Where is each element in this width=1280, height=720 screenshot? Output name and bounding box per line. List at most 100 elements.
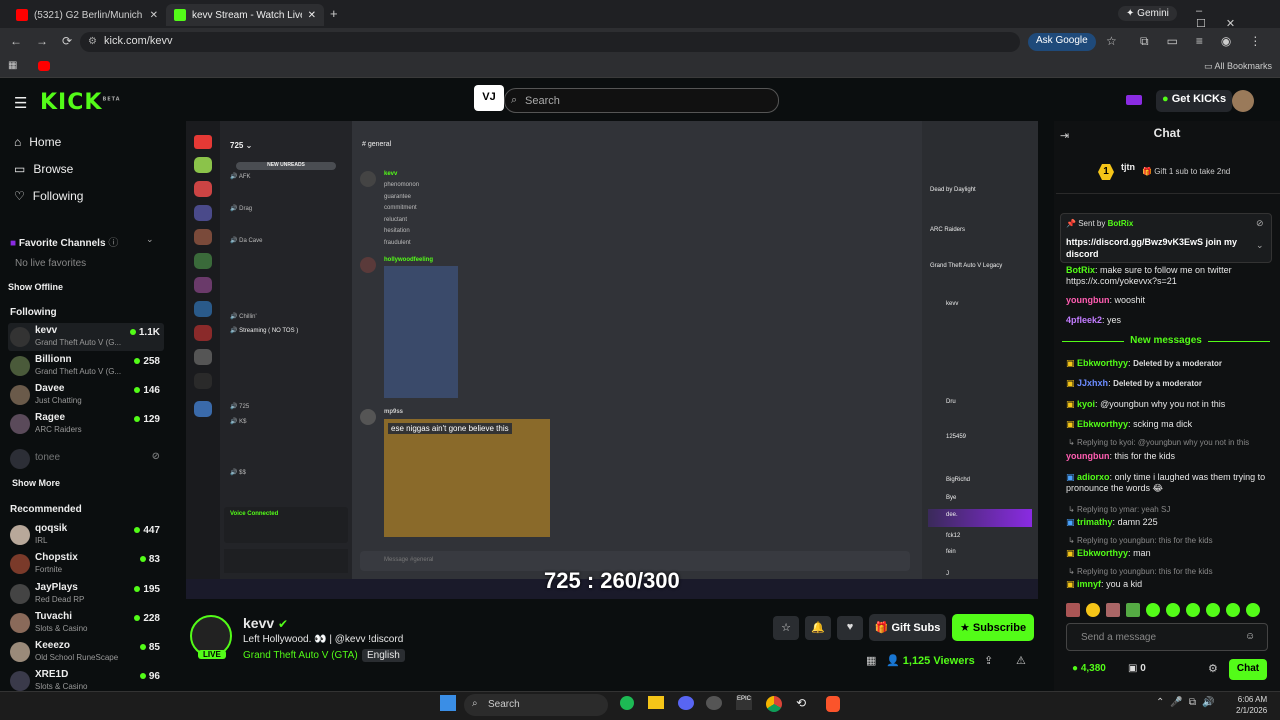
vj-extension-icon[interactable]: VJ (474, 85, 504, 111)
emote-icon[interactable] (1066, 603, 1080, 617)
app-icon[interactable] (706, 696, 722, 710)
member-item[interactable]: 125459 (946, 434, 966, 440)
top-gifter-name[interactable]: tjtn (1121, 162, 1135, 172)
window-controls[interactable]: –☐✕ (1196, 5, 1280, 30)
reply-context[interactable]: ↳ Replying to youngbun: this for the kid… (1068, 536, 1213, 545)
subscribe-button[interactable]: ★ Subscribe (952, 614, 1034, 641)
new-unreads-badge[interactable]: NEW UNREADS (236, 162, 336, 170)
voice-channel[interactable]: 🔊 Da Cave (230, 237, 262, 244)
chevron-down-icon[interactable]: ⌄ (146, 234, 154, 245)
emote-icon[interactable] (1186, 603, 1200, 617)
member-item[interactable]: kevv (946, 301, 958, 307)
new-tab-icon[interactable]: + (330, 6, 338, 21)
member-item[interactable]: fck12 (946, 533, 960, 539)
taskbar-search[interactable]: ⌕ Search (464, 694, 608, 716)
emote-icon[interactable] (1086, 603, 1100, 617)
bookmark-star-icon[interactable]: ☆ (1106, 34, 1117, 48)
gift-subs-button[interactable]: 🎁 Gift Subs (869, 614, 946, 641)
discord-icon[interactable] (678, 696, 694, 710)
share-icon[interactable]: ⇪ (984, 654, 993, 667)
brave-icon[interactable] (826, 696, 840, 712)
reply-context[interactable]: ↳ Replying to ymar: yeah SJ (1068, 505, 1170, 514)
tab-kick[interactable]: kevv Stream - Watch Live o ✕ (166, 4, 324, 26)
chrome-icon[interactable] (766, 696, 782, 712)
chevron-down-icon[interactable]: ⌄ (1256, 240, 1264, 251)
member-item[interactable]: dee. (946, 512, 958, 518)
server-icon[interactable] (194, 373, 212, 389)
server-icon[interactable] (194, 301, 212, 317)
favorite-channels-header[interactable]: ■ Favorite Channels ⓘ (10, 234, 118, 249)
channel-item-billionn[interactable]: Billionn Grand Theft Auto V (G... 258 (8, 352, 164, 380)
channel-item-qoqsik[interactable]: qoqsik IRL 447 (8, 521, 164, 549)
youtube-bookmark-icon[interactable] (38, 61, 50, 71)
clip-icon[interactable]: ▦ (866, 654, 876, 667)
server-icon[interactable] (194, 277, 212, 293)
voice-channel[interactable]: 🔊 AFK (230, 173, 250, 180)
nav-home[interactable]: ⌂ Home (14, 135, 61, 149)
system-tray[interactable]: ⌃🎤⧉🔊 (1156, 697, 1220, 708)
system-clock[interactable]: 6:06 AM 2/1/2026 (1236, 694, 1267, 716)
reply-context[interactable]: ↳ Replying to kyoi: @youngbun why you no… (1068, 438, 1249, 447)
voice-channel[interactable]: 🔊 Streaming ( NO TOS ) (230, 327, 298, 334)
gift-sub-prompt[interactable]: 🎁 Gift 1 sub to take 2nd (1142, 167, 1230, 176)
server-icon[interactable] (194, 349, 212, 365)
shared-meme-image[interactable] (384, 419, 550, 537)
emote-icon[interactable] (1226, 603, 1240, 617)
kick-logo[interactable]: KICKBETA (40, 90, 121, 115)
server-icon[interactable] (194, 229, 212, 245)
member-item[interactable]: fein (946, 549, 956, 555)
server-icon[interactable] (194, 253, 212, 269)
channel-item-tuvachi[interactable]: Tuvachi Slots & Casino 228 (8, 609, 164, 637)
shared-image[interactable] (384, 266, 458, 398)
reply-context[interactable]: ↳ Replying to youngbun: this for the kid… (1068, 567, 1213, 576)
file-explorer-icon[interactable] (648, 696, 664, 709)
send-chat-button[interactable]: Chat (1229, 659, 1267, 680)
chat-settings-icon[interactable]: ⚙ (1208, 662, 1218, 675)
get-kicks-button[interactable]: ● Get KICKs (1156, 90, 1233, 112)
server-icon[interactable] (194, 181, 212, 197)
favorite-star-button[interactable]: ☆ (773, 616, 799, 640)
emoji-icon[interactable]: ☺ (1245, 631, 1255, 642)
epic-games-icon[interactable]: EPIC (736, 696, 752, 710)
voice-channel[interactable]: 🔊 $$ (230, 469, 246, 476)
emote-icon[interactable] (1146, 603, 1160, 617)
chat-message-input[interactable]: Send a message (1066, 623, 1268, 651)
extension-icons[interactable]: ⧉▭≡◉⋮ (1140, 34, 1279, 49)
server-icon[interactable] (194, 325, 212, 341)
channel-item-davee[interactable]: Davee Just Chatting 146 (8, 381, 164, 409)
video-player[interactable]: 725 ⌄ NEW UNREADS 🔊 AFK 🔊 Drag 🔊 Da Cave… (186, 121, 1038, 599)
gemini-button[interactable]: ✦ Gemini (1118, 6, 1177, 21)
member-item[interactable]: Bye (946, 495, 956, 501)
new-messages-label[interactable]: New messages (1062, 335, 1270, 346)
member-item[interactable]: Dru (946, 399, 956, 405)
user-avatar[interactable] (1232, 90, 1254, 112)
channel-item-kevv[interactable]: kevv Grand Theft Auto V (G... 1.1K (8, 323, 164, 351)
app-icon[interactable]: ⟲ (796, 696, 812, 710)
subs-count[interactable]: ▣ 0 (1128, 663, 1146, 674)
nav-browse[interactable]: ▭ Browse (14, 162, 73, 176)
emote-icon[interactable] (1166, 603, 1180, 617)
emote-icon[interactable] (1126, 603, 1140, 617)
server-icon[interactable] (194, 401, 212, 417)
emote-icon[interactable] (1206, 603, 1220, 617)
all-bookmarks[interactable]: ▭ All Bookmarks (1204, 61, 1272, 72)
voice-channel[interactable]: 🔊 725 (230, 403, 249, 410)
url-bar[interactable]: kick.com/kevv (80, 32, 1020, 52)
server-icon[interactable] (194, 205, 212, 221)
channel-item-keeezo[interactable]: Keeezo Old School RuneScape 85 (8, 638, 164, 666)
channel-item-xre1d[interactable]: XRE1D Slots & Casino 96 (8, 667, 164, 691)
language-tag[interactable]: English (362, 649, 405, 662)
channel-item-chopstix[interactable]: Chopstix Fortnite 83 (8, 550, 164, 578)
streamer-name[interactable]: kevv ✔ (243, 615, 288, 631)
follow-heart-button[interactable]: ♥ (837, 616, 863, 640)
notification-bell-button[interactable]: 🔔 (805, 616, 831, 640)
windows-start-icon[interactable] (440, 695, 456, 711)
emote-icon[interactable] (1106, 603, 1120, 617)
unpin-icon[interactable]: ⊘ (1256, 218, 1264, 229)
channel-item-jayplays[interactable]: JayPlays Red Dead RP 195 (8, 580, 164, 608)
member-item[interactable]: J (946, 571, 949, 577)
site-info-icon[interactable]: ⚙ (88, 36, 97, 47)
kicks-balance[interactable]: ● 4,380 (1072, 663, 1106, 674)
voice-channel[interactable]: 🔊 Chillin' (230, 313, 257, 320)
report-icon[interactable]: ⚠ (1016, 654, 1026, 667)
